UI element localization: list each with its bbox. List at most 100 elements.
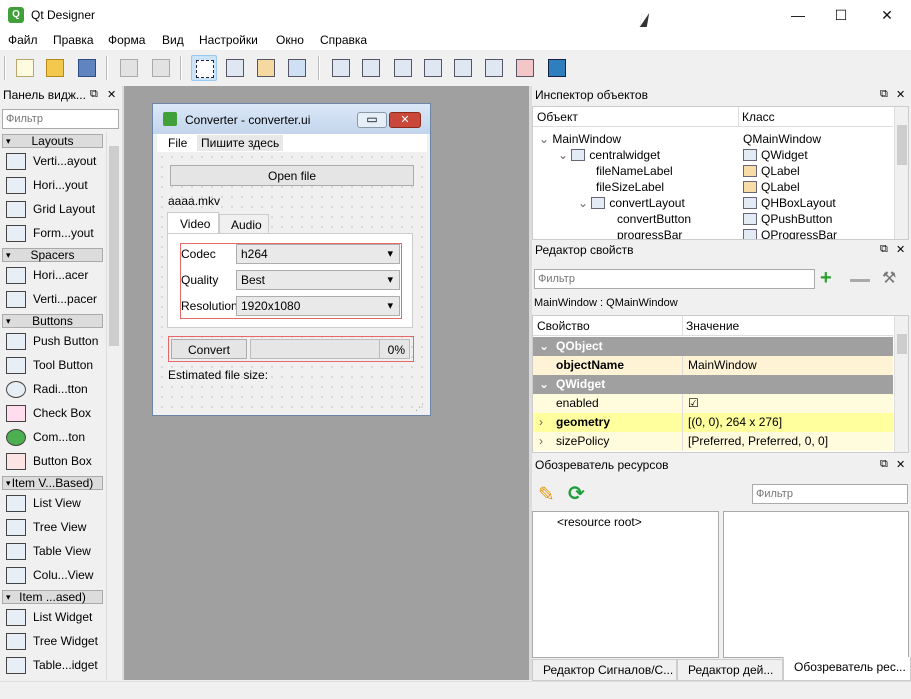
tab-resource-browser[interactable]: Обозреватель рес... (783, 657, 911, 681)
close-panel-icon[interactable]: ✕ (896, 88, 905, 101)
reload-icon[interactable]: ⟳ (568, 481, 585, 506)
widget-horizontal-spacer[interactable]: Hori...acer (4, 264, 104, 286)
property-filter-input[interactable] (534, 269, 815, 289)
quality-combo[interactable]: Best (236, 270, 400, 290)
widget-column-view[interactable]: Colu...View (4, 564, 104, 586)
float-panel-icon[interactable]: ⧉ (90, 88, 98, 101)
menu-help[interactable]: Справка (320, 33, 367, 47)
tree-row-filesizelabel[interactable]: fileSizeLabel (596, 180, 664, 194)
form-menu-type-here[interactable]: Пишите здесь (197, 135, 284, 151)
menu-file[interactable]: Файл (8, 33, 38, 47)
codec-combo[interactable]: h264 (236, 244, 400, 264)
widget-horizontal-layout[interactable]: Hori...yout (4, 174, 104, 196)
widget-vertical-layout[interactable]: Verti...ayout (4, 150, 104, 172)
property-table[interactable]: Свойство Значение ⌄ QObject objectName Mai… (532, 315, 909, 453)
menu-view[interactable]: Вид (162, 33, 184, 47)
prop-geometry[interactable]: › geometry [(0, 0), 264 x 276] (533, 413, 893, 432)
copy-disabled-icon[interactable] (116, 55, 142, 81)
tree-row-convertlayout[interactable]: ⌄ convertLayout (578, 196, 685, 210)
add-property-icon[interactable]: + (820, 268, 832, 288)
prop-enabled[interactable]: enabled ☑ (533, 394, 893, 413)
layout-h-splitter-icon[interactable] (390, 55, 416, 81)
widget-tree-widget[interactable]: Tree Widget (4, 630, 104, 652)
widget-grid-layout[interactable]: Grid Layout (4, 198, 104, 220)
open-file-button[interactable]: Open file (170, 165, 414, 186)
adjust-size-icon[interactable] (544, 55, 570, 81)
tree-row-filenamelabel[interactable]: fileNameLabel (596, 164, 673, 178)
widget-check-box[interactable]: Check Box (4, 402, 104, 424)
enabled-checkbox[interactable]: ☑ (684, 394, 893, 413)
form-minimize-button[interactable]: ▭ (357, 112, 387, 128)
close-panel-icon[interactable]: ✕ (107, 88, 116, 101)
menu-edit[interactable]: Правка (53, 33, 94, 47)
property-table-scrollbar[interactable] (894, 316, 908, 452)
close-window-button[interactable]: ✕ (864, 0, 910, 30)
group-qwidget[interactable]: ⌄ QWidget (533, 375, 893, 394)
widget-button-box[interactable]: Button Box (4, 450, 104, 472)
edit-signals-icon[interactable] (222, 55, 248, 81)
category-layouts[interactable]: Layouts (2, 134, 103, 148)
widget-filter-input[interactable] (2, 109, 119, 129)
widget-box-scrollbar[interactable] (106, 132, 120, 680)
close-panel-icon[interactable]: ✕ (896, 458, 905, 471)
widget-vertical-spacer[interactable]: Verti...pacer (4, 288, 104, 310)
resource-filter-input[interactable] (752, 484, 908, 504)
prop-objectname[interactable]: objectName MainWindow (533, 356, 893, 375)
configure-wrench-icon[interactable]: ⚒ (882, 268, 896, 288)
widget-form-layout[interactable]: Form...yout (4, 222, 104, 244)
tab-action-editor[interactable]: Редактор дей... (677, 659, 783, 681)
resource-tree[interactable]: <resource root> (532, 511, 719, 658)
prop-sizepolicy[interactable]: › sizePolicy [Preferred, Preferred, 0, 0] (533, 432, 893, 451)
layout-vertical-icon[interactable] (358, 55, 384, 81)
category-spacers[interactable]: Spacers (2, 248, 103, 262)
resize-grip-icon[interactable]: ⋰ (415, 402, 424, 413)
widget-table-widget[interactable]: Table...idget (4, 654, 104, 676)
close-panel-icon[interactable]: ✕ (896, 243, 905, 256)
widget-tool-button[interactable]: Tool Button (4, 354, 104, 376)
tab-signal-slot-editor[interactable]: Редактор Сигналов/С... (532, 659, 677, 681)
widget-command-link-button[interactable]: Com...ton (4, 426, 104, 448)
save-icon[interactable] (74, 55, 100, 81)
paste-disabled-icon[interactable] (148, 55, 174, 81)
tab-video[interactable]: Video (167, 212, 219, 234)
menu-settings[interactable]: Настройки (199, 33, 258, 47)
layout-v-splitter-icon[interactable] (420, 55, 446, 81)
form-close-button[interactable]: ✕ (389, 112, 421, 128)
float-panel-icon[interactable]: ⧉ (880, 243, 888, 256)
float-panel-icon[interactable]: ⧉ (880, 458, 888, 471)
layout-grid-icon[interactable] (450, 55, 476, 81)
layout-form-icon[interactable] (481, 55, 507, 81)
convert-button[interactable]: Convert (171, 339, 247, 359)
float-panel-icon[interactable]: ⧉ (880, 88, 888, 101)
menu-form[interactable]: Форма (108, 33, 145, 47)
category-item-views[interactable]: Item V...Based) (2, 476, 103, 490)
resolution-combo[interactable]: 1920x1080 (236, 296, 400, 316)
widget-list-widget[interactable]: List Widget (4, 606, 104, 628)
break-layout-icon[interactable] (512, 55, 538, 81)
form-window[interactable]: Converter - converter.ui ▭ ✕ File Пишите… (152, 103, 431, 416)
tab-audio[interactable]: Audio (219, 214, 269, 234)
layout-horizontal-icon[interactable] (328, 55, 354, 81)
maximize-button[interactable]: ☐ (818, 0, 864, 30)
category-item-widgets[interactable]: Item ...ased) (2, 590, 103, 604)
remove-property-icon[interactable] (850, 279, 870, 282)
minimize-button[interactable]: — (775, 0, 821, 30)
widget-table-view[interactable]: Table View (4, 540, 104, 562)
tree-row-progressbar[interactable]: progressBar (617, 228, 682, 239)
edit-tab-order-icon[interactable] (284, 55, 310, 81)
widget-radio-button[interactable]: Radi...tton (4, 378, 104, 400)
resource-root-item[interactable]: <resource root> (557, 515, 642, 529)
widget-tree-view[interactable]: Tree View (4, 516, 104, 538)
edit-buddies-icon[interactable] (253, 55, 279, 81)
tree-row-convertbutton[interactable]: convertButton (617, 212, 691, 226)
widget-list-view[interactable]: List View (4, 492, 104, 514)
menu-window[interactable]: Окно (276, 33, 304, 47)
object-tree-scrollbar[interactable] (894, 107, 908, 239)
tree-row-centralwidget[interactable]: ⌄ centralwidget (558, 148, 660, 162)
widget-push-button[interactable]: Push Button (4, 330, 104, 352)
category-buttons[interactable]: Buttons (2, 314, 103, 328)
edit-widgets-icon[interactable] (191, 55, 217, 81)
tree-row-mainwindow[interactable]: ⌄ MainWindow (539, 132, 621, 146)
open-folder-icon[interactable] (42, 55, 68, 81)
edit-resources-pencil-icon[interactable]: ✎ (538, 482, 555, 507)
